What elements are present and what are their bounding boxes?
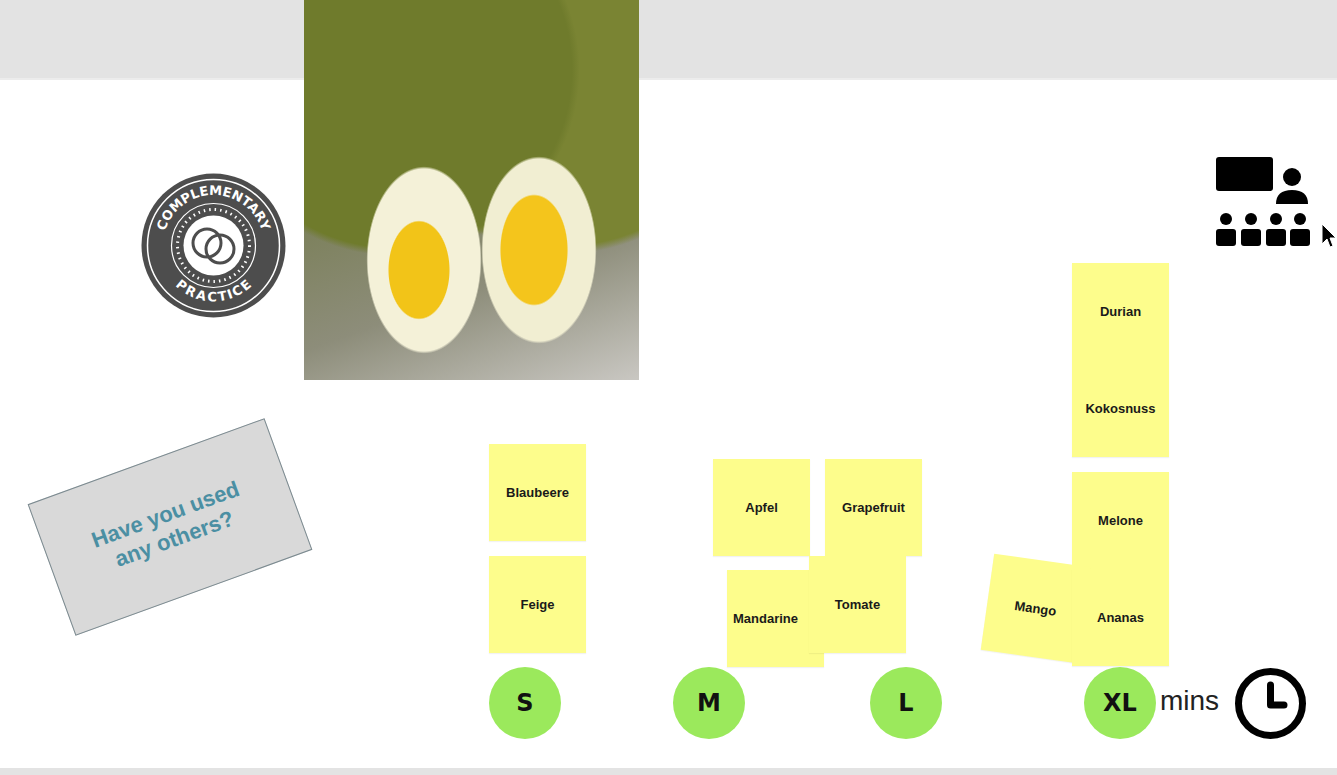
presentation-icon[interactable]	[1216, 157, 1313, 247]
size-marker[interactable]: XL	[1084, 667, 1156, 739]
complementary-practice-logo-icon[interactable]: COMPLEMENTARY PRACTICE	[141, 173, 286, 318]
sticky-note[interactable]: Durian	[1072, 263, 1169, 360]
prompt-card[interactable]: Have you usedany others?	[28, 418, 313, 636]
size-marker[interactable]: M	[673, 667, 745, 739]
durian-photo[interactable]	[304, 0, 639, 380]
sticky-note[interactable]: Grapefruit	[825, 459, 922, 556]
cursor-icon	[1321, 223, 1337, 249]
sticky-note[interactable]: Melone	[1072, 472, 1169, 569]
sticky-note[interactable]: Feige	[489, 556, 586, 653]
top-bar	[0, 0, 1337, 80]
whiteboard-page: COMPLEMENTARY PRACTICE Have you usedany ot…	[0, 0, 1337, 775]
size-marker[interactable]: L	[870, 667, 942, 739]
board-canvas[interactable]: COMPLEMENTARY PRACTICE Have you usedany ot…	[0, 80, 1337, 768]
clock-icon[interactable]	[1234, 667, 1307, 740]
svg-text:COMPLEMENTARY: COMPLEMENTARY	[154, 183, 274, 233]
timer-label: mins	[1160, 685, 1219, 717]
sticky-note[interactable]: Blaubeere	[489, 444, 586, 541]
svg-text:PRACTICE: PRACTICE	[173, 277, 254, 305]
bottom-bar	[0, 768, 1337, 775]
sticky-note[interactable]: Kokosnuss	[1072, 360, 1169, 457]
size-marker[interactable]: S	[489, 667, 561, 739]
sticky-note[interactable]: Apfel	[713, 459, 810, 556]
sticky-note[interactable]: Tomate	[809, 556, 906, 653]
sticky-note[interactable]: Ananas	[1072, 569, 1169, 666]
